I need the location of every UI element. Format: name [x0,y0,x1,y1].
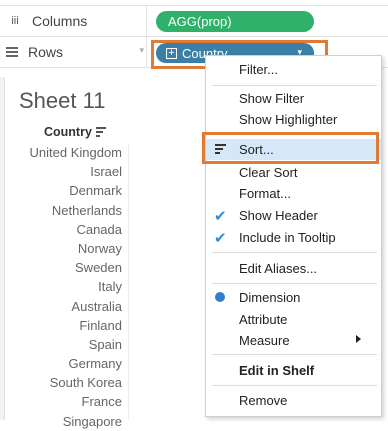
context-menu: Filter... Show Filter Show Highlighter S… [205,55,382,417]
columns-shelf-label-box: iii Columns [6,6,147,36]
sort-icon [215,144,226,154]
sort-icon[interactable] [95,127,106,137]
menu-item-attribute[interactable]: Attribute [206,309,381,330]
submenu-arrow-icon [356,335,361,343]
menu-separator [212,252,377,253]
country-list: United Kingdom Israel Denmark Netherlands Ca… [14,143,123,431]
menu-item-sort[interactable]: Sort... [206,139,381,160]
menu-separator [212,354,377,355]
country-row-label[interactable]: Canada [14,220,122,239]
expand-plus-icon[interactable]: + [166,47,177,59]
country-header-label: Country [44,125,92,139]
rows-label: Rows [28,44,64,60]
country-row-label[interactable]: Australia [14,297,122,316]
radio-dot-icon [215,292,225,302]
country-column-header[interactable]: Country [44,125,106,139]
country-row-label[interactable]: Norway [14,239,122,258]
country-row-label[interactable]: Sweden [14,258,122,277]
menu-item-filter[interactable]: Filter... [206,59,381,80]
menu-item-measure[interactable]: Measure [206,330,381,351]
menu-item-clear-sort[interactable]: Clear Sort [206,162,381,183]
menu-item-edit-aliases[interactable]: Edit Aliases... [206,258,381,279]
rows-shelf-label-box: Rows ▾ [6,37,147,67]
country-row-label[interactable]: Germany [14,354,122,373]
menu-item-show-filter[interactable]: Show Filter [206,88,381,109]
columns-icon: iii [11,15,19,27]
check-icon: ✔ [214,208,227,225]
menu-separator [212,85,377,86]
country-row-label[interactable]: Italy [14,277,122,296]
menu-separator [212,385,377,386]
rows-shelf-dropdown-icon[interactable]: ▾ [139,45,144,56]
columns-label: Columns [32,13,88,29]
columns-pill-agg-prop[interactable]: AGG(prop) [156,11,314,32]
menu-item-format[interactable]: Format... [206,183,381,204]
menu-item-edit-in-shelf[interactable]: Edit in Shelf [206,360,381,381]
country-row-label[interactable]: Singapore [14,412,122,431]
menu-item-include-in-tooltip[interactable]: ✔ Include in Tooltip [206,227,381,248]
menu-separator [212,134,377,135]
country-row-label[interactable]: France [14,392,122,411]
country-row-label[interactable]: United Kingdom [14,143,123,162]
rows-icon [6,47,20,57]
sheet-title: Sheet 11 [19,88,106,113]
country-row-label[interactable]: Finland [14,316,122,335]
menu-item-dimension[interactable]: Dimension [206,287,381,308]
menu-separator [212,283,377,284]
columns-shelf: iii Columns AGG(prop) [0,5,388,37]
table-divider [128,143,129,420]
country-row-label[interactable]: South Korea [14,373,122,392]
country-row-label[interactable]: Israel [14,162,122,181]
menu-item-show-header[interactable]: ✔ Show Header [206,205,381,226]
country-row-label[interactable]: Netherlands [14,201,122,220]
country-row-label[interactable]: Denmark [14,181,122,200]
country-row-label[interactable]: Spain [14,335,122,354]
menu-item-remove[interactable]: Remove [206,390,381,411]
menu-item-show-highlighter[interactable]: Show Highlighter [206,109,381,130]
check-icon: ✔ [214,230,227,247]
columns-pill-label: AGG(prop) [168,14,232,29]
left-strip [0,77,5,420]
